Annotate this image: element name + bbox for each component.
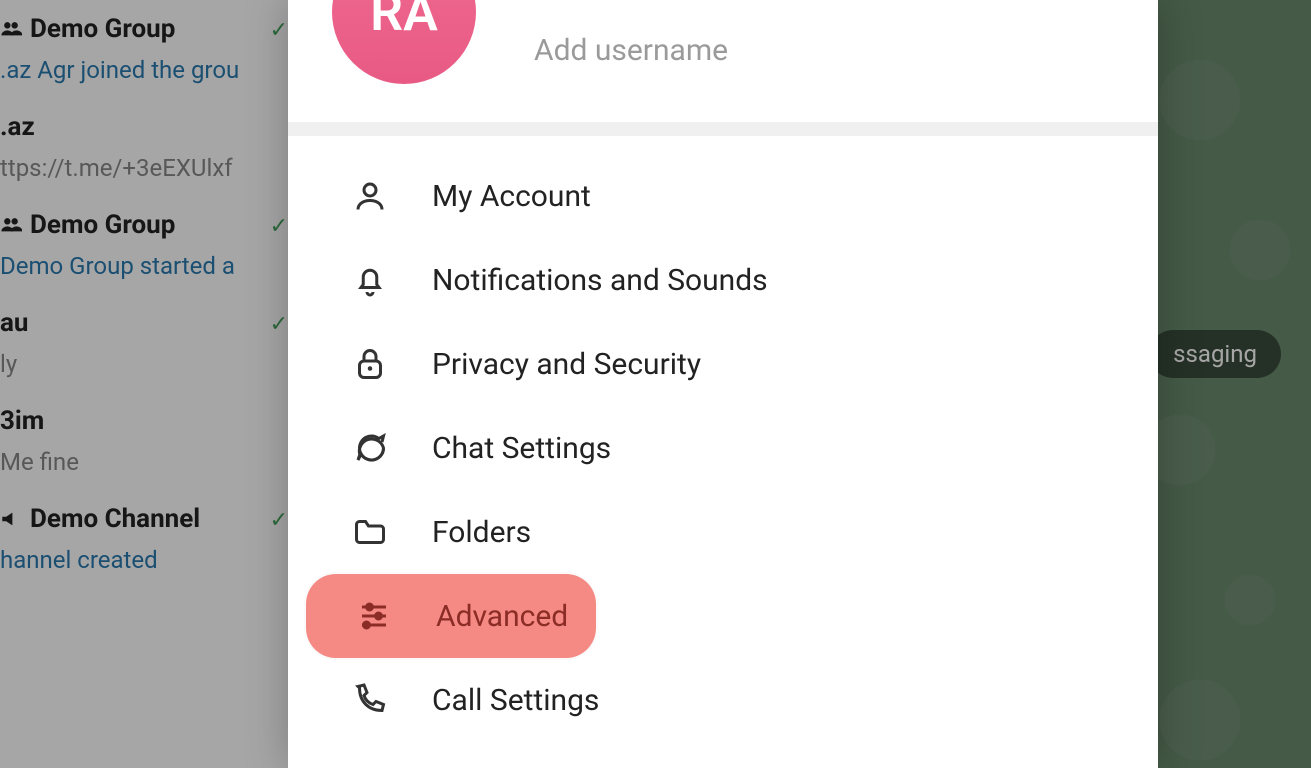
settings-item-label: Advanced: [436, 599, 568, 634]
settings-item-account[interactable]: My Account: [302, 154, 1144, 238]
lock-icon: [350, 344, 390, 384]
chat-icon: [350, 428, 390, 468]
settings-item-label: Folders: [432, 515, 531, 550]
settings-item-advanced[interactable]: Advanced: [306, 574, 596, 658]
folder-icon: [350, 512, 390, 552]
settings-item-label: Call Settings: [432, 683, 599, 718]
settings-item-label: Notifications and Sounds: [432, 263, 768, 298]
settings-menu: My Account Notifications and Sounds Privac…: [288, 136, 1158, 760]
person-icon: [350, 176, 390, 216]
settings-item-chat[interactable]: Chat Settings: [302, 406, 1144, 490]
settings-item-calls[interactable]: Call Settings: [302, 658, 1144, 742]
settings-item-label: Chat Settings: [432, 431, 611, 466]
phone-icon: [350, 680, 390, 720]
settings-item-label: My Account: [432, 179, 591, 214]
settings-item-notif[interactable]: Notifications and Sounds: [302, 238, 1144, 322]
settings-panel: RA Add username My Account Notifications …: [288, 0, 1158, 768]
settings-item-label: Privacy and Security: [432, 347, 701, 382]
settings-item-privacy[interactable]: Privacy and Security: [302, 322, 1144, 406]
settings-item-folders[interactable]: Folders: [302, 490, 1144, 574]
sliders-icon: [354, 596, 394, 636]
bell-icon: [350, 260, 390, 300]
profile-header: RA Add username: [288, 0, 1158, 136]
avatar[interactable]: RA: [332, 0, 476, 84]
add-username-button[interactable]: Add username: [534, 33, 728, 68]
